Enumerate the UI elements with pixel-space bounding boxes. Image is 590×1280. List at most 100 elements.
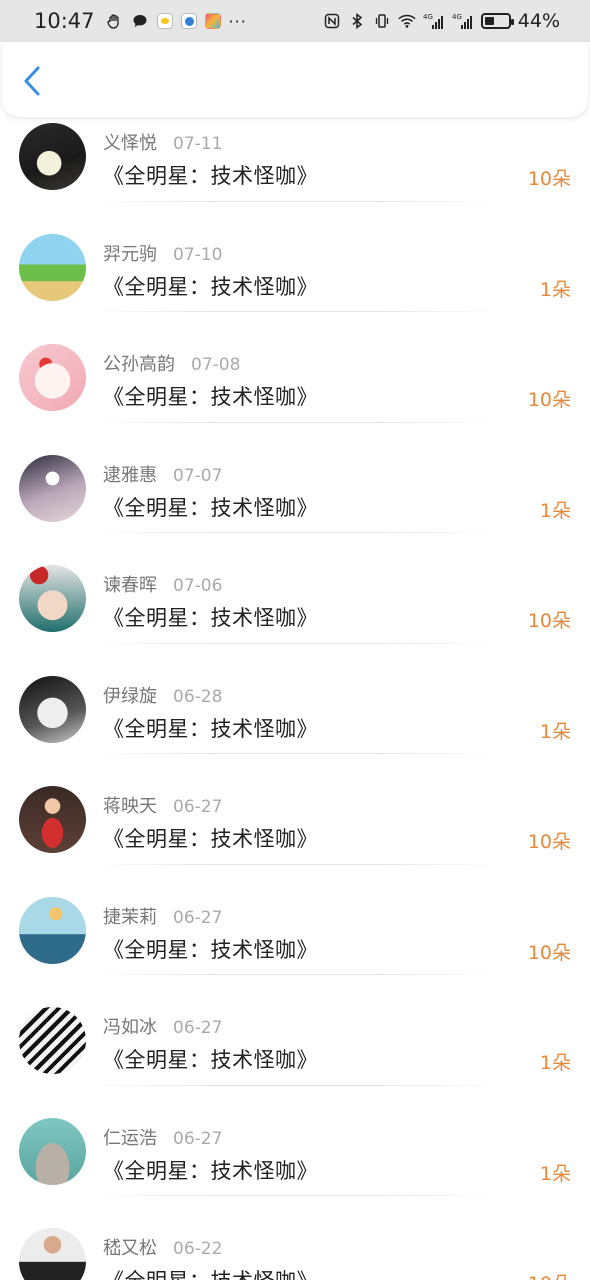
work-title: 《全明星：技术怪咖》	[103, 937, 318, 962]
user-name: 蒋映天	[103, 796, 157, 817]
user-name: 仁运浩	[103, 1127, 157, 1149]
record-meta: 冯如冰 06-27	[103, 1013, 222, 1039]
user-name: 公孙高韵	[103, 354, 175, 375]
avatar[interactable]	[19, 233, 86, 301]
wifi-icon	[398, 12, 416, 30]
work-title: 《全明星：技术怪咖》	[103, 1265, 318, 1280]
work-title: 《全明星：技术怪咖》	[103, 827, 318, 851]
chat-bubble-icon	[131, 12, 149, 30]
record-row[interactable]: 公孙高韵 07-08 《全明星：技术怪咖》 10朵	[0, 307, 590, 423]
record-date: 07-06	[173, 576, 223, 596]
record-meta: 嵇又松 06-22	[103, 1234, 222, 1260]
record-date: 06-28	[173, 686, 223, 707]
user-name: 冯如冰	[103, 1017, 157, 1038]
record-meta: 谏春晖 07-06	[103, 571, 222, 597]
record-date: 06-27	[173, 1018, 223, 1038]
avatar[interactable]	[19, 123, 86, 190]
status-bar: 10:47 ··· 4G 4G 44%	[0, 0, 590, 42]
record-date: 06-27	[173, 907, 223, 928]
flower-count: 1朵	[539, 499, 571, 522]
record-date: 06-27	[173, 1128, 223, 1149]
browser-notification-icon	[180, 13, 197, 29]
user-name: 逮雅惠	[103, 464, 157, 486]
record-meta: 捷茉莉 06-27	[103, 903, 222, 929]
record-row[interactable]: 仁运浩 06-27 《全明星：技术怪咖》 1朵	[0, 1081, 590, 1196]
user-name: 捷茉莉	[103, 906, 157, 928]
more-notifications-icon: ···	[228, 11, 247, 31]
work-title: 《全明星：技术怪咖》	[103, 1048, 318, 1072]
record-row[interactable]: 冯如冰 06-27 《全明星：技术怪咖》 1朵	[0, 970, 590, 1086]
flower-count: 10朵	[527, 389, 571, 411]
record-row[interactable]: 逮雅惠 07-07 《全明星：技术怪咖》 1朵	[0, 418, 590, 533]
record-row[interactable]: 伊绿旋 06-28 《全明星：技术怪咖》 1朵	[0, 639, 590, 754]
back-button[interactable]	[18, 64, 48, 98]
work-title: 《全明星：技术怪咖》	[103, 385, 318, 409]
status-right: 4G 4G 44%	[323, 10, 560, 32]
reward-record-list: 义怿悦 07-11 《全明星：技术怪咖》 10朵 羿元驹 07-10 《全明星：…	[0, 86, 590, 1280]
battery-percent: 44%	[517, 10, 560, 32]
user-name: 义怿悦	[103, 133, 157, 154]
record-row[interactable]: 捷茉莉 06-27 《全明星：技术怪咖》 10朵	[0, 860, 590, 975]
flower-count: 1朵	[539, 1052, 571, 1074]
flower-count: 10朵	[527, 831, 571, 853]
battery-icon	[480, 13, 514, 29]
work-title: 《全明星：技术怪咖》	[103, 495, 318, 520]
avatar[interactable]	[19, 344, 86, 411]
work-title: 《全明星：技术怪咖》	[103, 274, 318, 299]
record-meta: 逮雅惠 07-07	[103, 461, 222, 487]
svg-text:4G: 4G	[423, 13, 433, 21]
avatar[interactable]	[19, 1117, 86, 1185]
record-date: 07-10	[173, 244, 223, 265]
flower-count: 1朵	[539, 720, 571, 743]
flower-count: 10朵	[528, 1269, 571, 1280]
record-meta: 仁运浩 06-27	[103, 1124, 222, 1150]
flower-count: 1朵	[539, 1162, 571, 1185]
record-date: 06-27	[173, 797, 223, 817]
record-row[interactable]: 嵇又松 06-22 《全明星：技术怪咖》 10朵	[0, 1191, 590, 1280]
work-title: 《全明星：技术怪咖》	[103, 1158, 318, 1183]
vibrate-icon	[373, 12, 391, 30]
bluetooth-icon	[348, 12, 366, 30]
avatar[interactable]	[19, 565, 86, 632]
user-name: 谏春晖	[103, 575, 157, 596]
record-row[interactable]: 蒋映天 06-27 《全明星：技术怪咖》 10朵	[0, 749, 590, 865]
record-date: 06-22	[173, 1239, 223, 1259]
record-date: 07-11	[173, 134, 223, 154]
svg-text:4G: 4G	[452, 13, 462, 21]
record-row[interactable]: 羿元驹 07-10 《全明星：技术怪咖》 1朵	[0, 197, 590, 312]
user-name: 嵇又松	[103, 1238, 157, 1259]
user-name: 羿元驹	[103, 243, 157, 265]
app-notification-icon	[156, 13, 173, 29]
avatar[interactable]	[19, 675, 86, 743]
avatar[interactable]	[19, 1007, 86, 1074]
record-meta: 公孙高韵 07-08	[103, 350, 240, 376]
record-meta: 蒋映天 06-27	[103, 792, 222, 818]
record-row[interactable]: 谏春晖 07-06 《全明星：技术怪咖》 10朵	[0, 528, 590, 644]
nfc-icon	[323, 12, 341, 30]
avatar[interactable]	[19, 454, 86, 522]
avatar[interactable]	[19, 786, 86, 853]
flower-count: 10朵	[527, 610, 571, 632]
chevron-left-icon	[24, 66, 40, 96]
header-bar	[2, 42, 588, 117]
record-meta: 义怿悦 07-11	[103, 129, 222, 155]
status-left: 10:47 ···	[34, 9, 247, 33]
user-name: 伊绿旋	[103, 685, 157, 707]
work-title: 《全明星：技术怪咖》	[103, 606, 318, 630]
flower-count: 10朵	[527, 941, 571, 964]
record-date: 07-07	[173, 465, 223, 486]
record-meta: 羿元驹 07-10	[103, 240, 222, 266]
flower-count: 1朵	[539, 278, 571, 301]
app-store-notification-icon	[204, 13, 221, 29]
avatar[interactable]	[19, 896, 86, 964]
signal-4g-icon: 4G	[423, 12, 445, 30]
work-title: 《全明星：技术怪咖》	[103, 164, 318, 188]
signal-4g-icon-2: 4G	[452, 12, 474, 30]
status-time: 10:47	[34, 9, 95, 33]
record-date: 07-08	[191, 355, 241, 375]
record-meta: 伊绿旋 06-28	[103, 682, 222, 708]
hand-icon	[105, 12, 123, 30]
work-title: 《全明星：技术怪咖》	[103, 716, 318, 741]
avatar[interactable]	[19, 1228, 86, 1280]
battery-level	[484, 17, 495, 25]
